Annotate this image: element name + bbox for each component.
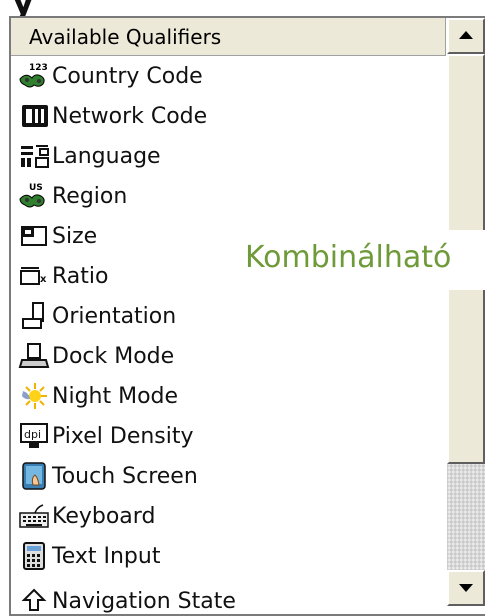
list-item-label: Pixel Density [52,423,194,449]
country-code-icon: 123 [16,61,52,91]
dock-mode-icon [16,341,52,371]
list-item-label: Night Mode [52,383,179,409]
svg-text:123: 123 [29,63,48,73]
night-mode-icon [16,381,52,411]
list-item-label: Country Code [52,63,203,89]
list-header[interactable]: Available Qualifiers [11,18,446,56]
list-item-pixel-density[interactable]: dpi Pixel Density [11,416,446,456]
list-item-label: Text Input [52,543,161,569]
text-input-icon [16,541,52,571]
scroll-up-button[interactable] [447,18,485,54]
list-item-label: Navigation State [52,588,236,614]
list-item-keyboard[interactable]: Keyboard [11,496,446,536]
list-item-label: Ratio [52,263,109,289]
list-item-label: Keyboard [52,503,156,529]
list-item-orientation[interactable]: Orientation [11,296,446,336]
list-item-label: Dock Mode [52,343,175,369]
list-item-dock-mode[interactable]: Dock Mode [11,336,446,376]
overlay-caption: Kombinálható [205,230,485,290]
list-item-navigation-state[interactable]: Navigation State [11,581,446,616]
list-item-label: Orientation [52,303,177,329]
svg-text:dpi: dpi [24,428,41,441]
qualifiers-list[interactable]: 123 Country Code Network Code Language U… [11,56,446,616]
list-item-country-code[interactable]: 123 Country Code [11,56,446,96]
list-item-label: Language [52,143,161,169]
list-item-touch-screen[interactable]: Touch Screen [11,456,446,496]
list-item-night-mode[interactable]: Night Mode [11,376,446,416]
list-item-region[interactable]: US Region [11,176,446,216]
list-item-language[interactable]: Language [11,136,446,176]
size-icon [16,221,52,251]
svg-text:x: x [40,274,47,285]
touch-screen-icon [16,461,52,491]
scroll-down-arrow-icon [459,584,473,592]
list-item-text-input[interactable]: Text Input [11,536,446,576]
list-item-label: Region [52,183,128,209]
list-item-label: Network Code [52,103,208,129]
pixel-density-icon: dpi [16,421,52,451]
navigation-state-icon [16,586,52,616]
list-header-label: Available Qualifiers [29,25,222,49]
overlay-caption-text: Kombinálható [245,240,452,275]
scroll-down-button[interactable] [447,570,485,606]
language-icon [16,141,52,171]
list-item-label: Touch Screen [52,463,198,489]
keyboard-icon [16,501,52,531]
region-icon: US [16,181,52,211]
list-item-label: Size [52,223,98,249]
list-item-network-code[interactable]: Network Code [11,96,446,136]
svg-text:US: US [29,183,43,193]
ratio-icon: x [16,261,52,291]
network-code-icon [16,101,52,131]
scroll-up-arrow-icon [459,31,473,39]
vertical-scrollbar[interactable] [447,18,485,606]
orientation-icon [16,301,52,331]
